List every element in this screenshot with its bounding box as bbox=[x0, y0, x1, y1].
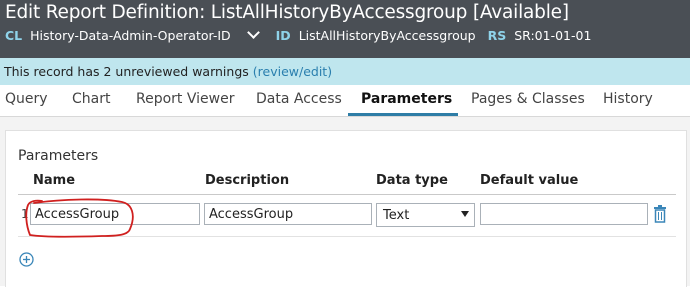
class-label: CL bbox=[5, 28, 23, 43]
rs-value: SR:01-01-01 bbox=[514, 28, 592, 43]
warning-message: This record has 2 unreviewed warnings (re… bbox=[4, 64, 332, 79]
class-value[interactable]: History-Data-Admin-Operator-ID bbox=[30, 28, 231, 43]
default-value-input[interactable] bbox=[480, 203, 648, 225]
tab-history[interactable]: History bbox=[603, 91, 653, 107]
rs-label: RS bbox=[487, 28, 507, 43]
tab-data-access[interactable]: Data Access bbox=[256, 91, 342, 107]
data-type-value: Text bbox=[383, 208, 410, 223]
id-value: ListAllHistoryByAccessgroup bbox=[298, 28, 476, 43]
tab-query[interactable]: Query bbox=[5, 91, 48, 107]
column-header-name: Name bbox=[33, 173, 76, 188]
page-title: Edit Report Definition: ListAllHistoryBy… bbox=[5, 2, 569, 23]
tab-parameters[interactable]: Parameters bbox=[361, 91, 452, 107]
tab-report-viewer[interactable]: Report Viewer bbox=[136, 91, 234, 107]
column-header-description: Description bbox=[205, 173, 290, 188]
active-tab-indicator bbox=[348, 113, 458, 116]
row-index: 1 bbox=[21, 207, 29, 221]
column-header-data-type: Data type bbox=[376, 173, 448, 188]
column-header-default-value: Default value bbox=[480, 173, 579, 188]
chevron-down-icon[interactable] bbox=[246, 26, 260, 39]
row-divider bbox=[18, 236, 676, 237]
tab-bar: Query Chart Report Viewer Data Access Pa… bbox=[0, 85, 690, 117]
header-divider bbox=[18, 194, 676, 195]
description-input[interactable]: AccessGroup bbox=[204, 203, 372, 225]
tab-pages-classes[interactable]: Pages & Classes bbox=[471, 91, 585, 107]
name-input[interactable]: AccessGroup bbox=[30, 203, 200, 225]
data-type-select[interactable]: Text bbox=[376, 203, 475, 227]
id-label: ID bbox=[275, 28, 291, 43]
warning-bar: This record has 2 unreviewed warnings (re… bbox=[0, 58, 690, 85]
header-bar: Edit Report Definition: ListAllHistoryBy… bbox=[0, 0, 690, 58]
record-meta: CL History-Data-Admin-Operator-ID ID ListAl… bbox=[5, 26, 603, 43]
parameters-title: Parameters bbox=[18, 148, 99, 164]
tab-chart[interactable]: Chart bbox=[72, 91, 110, 107]
review-edit-link[interactable]: (review/edit) bbox=[253, 64, 332, 79]
plus-circle-icon[interactable] bbox=[19, 252, 34, 267]
trash-icon[interactable] bbox=[653, 205, 667, 223]
warning-text: This record has 2 unreviewed warnings bbox=[4, 64, 249, 79]
caret-down-icon bbox=[461, 211, 469, 217]
